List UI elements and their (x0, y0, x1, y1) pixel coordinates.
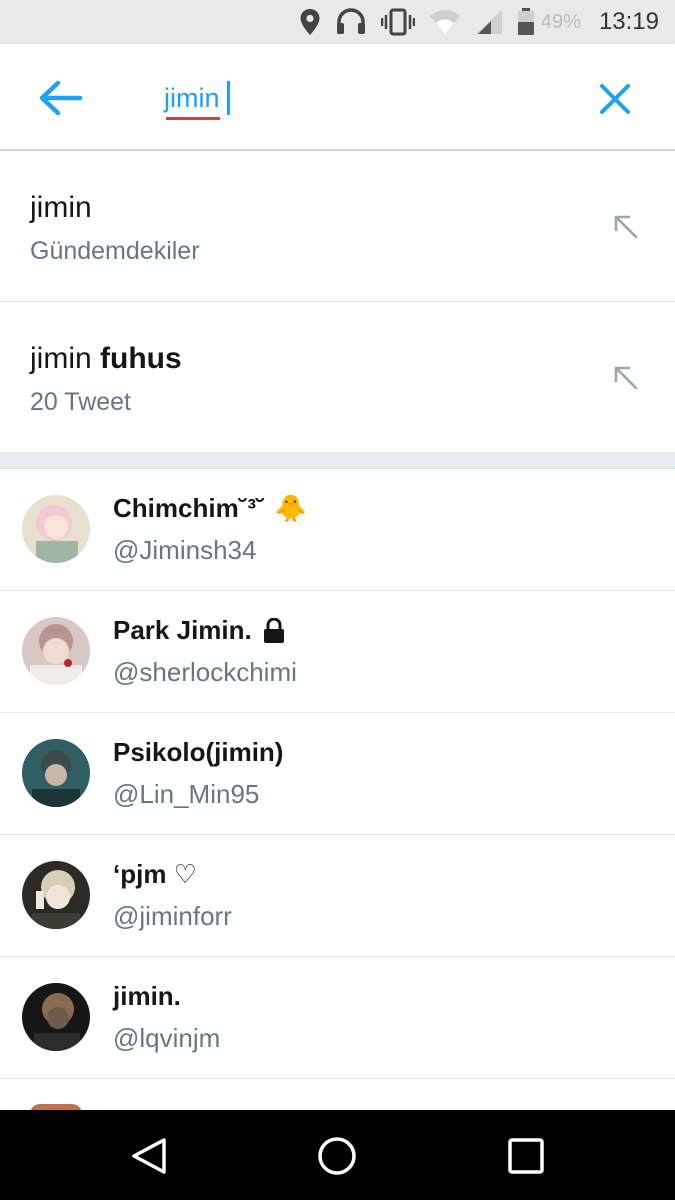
user-display-name: Park Jimin. (113, 615, 286, 646)
user-result-row[interactable]: Park Jimin. @sherlockchimi (0, 591, 675, 713)
user-display-name: jimin. (113, 981, 181, 1011)
user-handle: @sherlockchimi (113, 657, 297, 687)
vibrate-icon (380, 8, 415, 36)
user-handle: @jiminforr (113, 901, 232, 931)
search-header: jimin (0, 44, 675, 151)
navigation-bar (0, 1110, 675, 1200)
location-icon (299, 8, 321, 36)
suggestion-subtitle: 20 Tweet (30, 388, 132, 416)
user-handle: @Jiminsh34 (113, 535, 257, 565)
close-icon (600, 84, 630, 114)
clock: 13:19 (598, 8, 659, 35)
text-cursor (226, 81, 230, 115)
section-divider (0, 453, 675, 469)
search-suggestion[interactable]: jimin Gündemdekiler (0, 151, 675, 302)
battery-percent: 49% (540, 10, 581, 33)
wifi-icon (429, 9, 461, 35)
back-button[interactable] (36, 78, 84, 118)
status-bar: 49% 13:19 (0, 0, 675, 44)
user-handle: @Lin_Min95 (113, 779, 260, 809)
lock-icon (262, 617, 286, 644)
avatar[interactable] (22, 739, 90, 807)
search-query-text[interactable]: jimin (164, 83, 220, 120)
user-result-row[interactable]: Psikolo(jimin) @Lin_Min95 (0, 713, 675, 835)
chick-emoji-icon: 🐥 (274, 493, 308, 523)
user-result-row[interactable]: Chimchim˘³˘ 🐥 @Jiminsh34 (0, 469, 675, 591)
user-handle: @lqvinjm (113, 1023, 221, 1053)
headset-icon (335, 8, 367, 36)
suggestion-query: jimin (30, 191, 92, 224)
user-display-name: Chimchim˘³˘ 🐥 (113, 493, 308, 523)
user-display-name: Psikolo(jimin) (113, 737, 284, 767)
avatar[interactable] (22, 861, 90, 929)
nav-recents-icon[interactable] (506, 1136, 546, 1176)
avatar[interactable] (22, 617, 90, 685)
fill-query-arrow-icon[interactable] (612, 364, 640, 392)
nav-back-icon[interactable] (130, 1136, 170, 1176)
battery-icon (517, 8, 535, 36)
avatar[interactable] (22, 495, 90, 563)
fill-query-arrow-icon[interactable] (612, 213, 640, 241)
user-result-row[interactable]: ‘pjm ♡ @jiminforr (0, 835, 675, 957)
signal-icon (475, 9, 503, 35)
user-display-name: ‘pjm ♡ (113, 859, 197, 889)
nav-home-icon[interactable] (317, 1136, 357, 1176)
user-result-row[interactable]: jimin. @lqvinjm (0, 957, 675, 1079)
clear-search-button[interactable] (598, 82, 632, 116)
avatar[interactable] (22, 983, 90, 1051)
suggestion-subtitle: Gündemdekiler (30, 237, 200, 265)
search-input[interactable]: jimin (164, 78, 230, 120)
arrow-left-icon (39, 80, 83, 116)
search-suggestion[interactable]: jimin fuhus 20 Tweet (0, 302, 675, 453)
suggestion-query: jimin fuhus (30, 342, 182, 375)
